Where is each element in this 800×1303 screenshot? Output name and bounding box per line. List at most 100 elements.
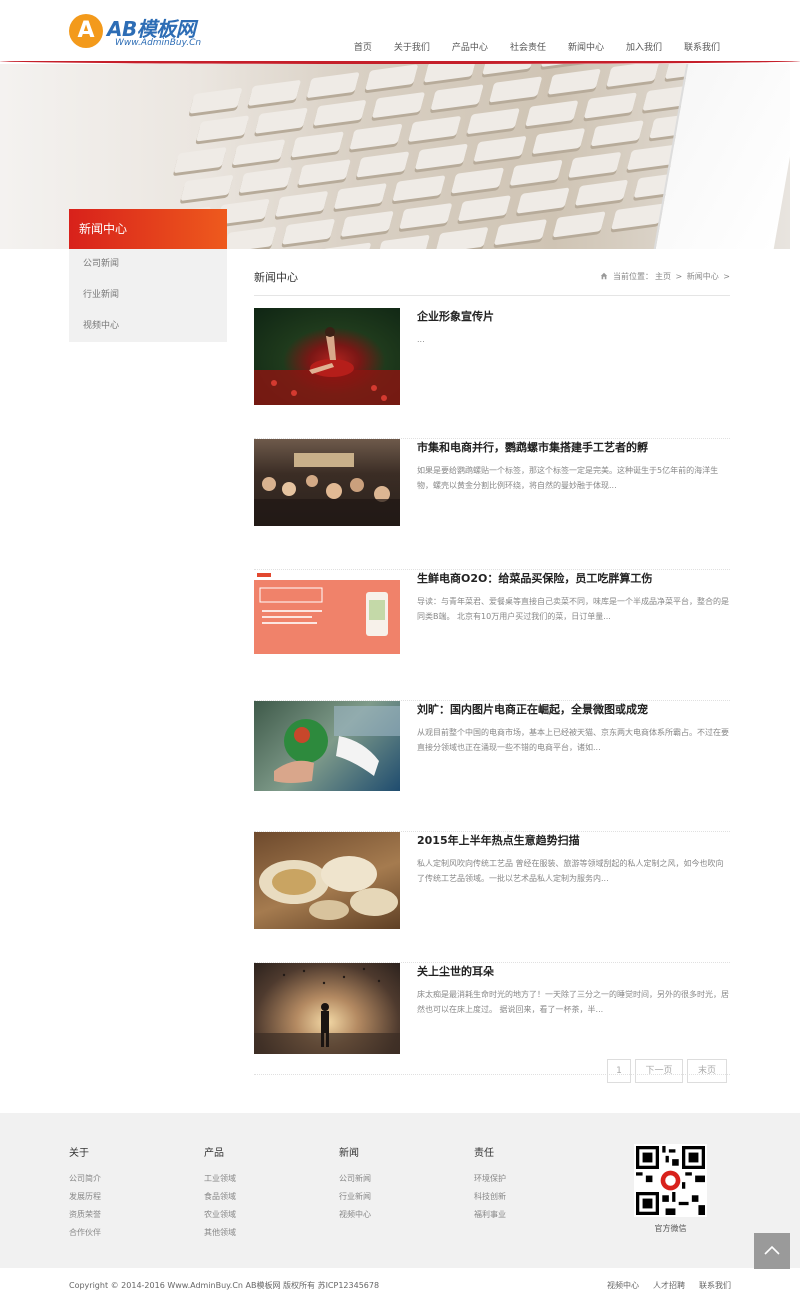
news-title[interactable]: 刘旷：国内图片电商正在崛起，全景微图或成宠 — [417, 701, 648, 717]
keyboard-key — [583, 92, 638, 119]
keyboard-key — [189, 87, 243, 114]
news-thumbnail[interactable] — [254, 308, 400, 405]
back-to-top-button[interactable] — [754, 1233, 790, 1269]
nav-home[interactable]: 首页 — [354, 40, 372, 53]
news-thumbnail[interactable] — [254, 963, 400, 1054]
news-list: 企业形象宣传片 ... 市集和电商并行，鹦鹉螺市集搭建手工艺者的孵 如果是要给鹦… — [254, 308, 730, 1075]
news-thumbnail[interactable] — [254, 832, 400, 929]
keyboard-key — [493, 219, 548, 246]
news-title[interactable]: 市集和电商并行，鹦鹉螺市集搭建手工艺者的孵 — [417, 439, 648, 455]
footer-link[interactable]: 公司新闻 — [339, 1173, 371, 1191]
bottom-link-jobs[interactable]: 人才招聘 — [653, 1280, 685, 1291]
footer-link[interactable]: 科技创新 — [474, 1191, 506, 1209]
news-thumbnail[interactable] — [254, 570, 400, 654]
bottom-link-contact[interactable]: 联系我们 — [699, 1280, 731, 1291]
footer-link[interactable]: 农业领域 — [204, 1209, 236, 1227]
keyboard-key — [423, 64, 477, 83]
webpage-screenshot-icon — [254, 570, 400, 654]
nav-news[interactable]: 新闻中心 — [568, 40, 604, 53]
market-photo-icon — [254, 453, 400, 526]
breadcrumb-home[interactable]: 主页 — [655, 272, 671, 281]
news-item[interactable]: 企业形象宣传片 ... — [254, 308, 730, 439]
nav-contact[interactable]: 联系我们 — [684, 40, 720, 53]
bottom-link-video[interactable]: 视频中心 — [607, 1280, 639, 1291]
news-item[interactable]: 刘旷：国内图片电商正在崛起，全景微图或成宠 从观目前整个中国的电商市场，基本上已… — [254, 701, 730, 832]
footer-link[interactable]: 合作伙伴 — [69, 1227, 101, 1245]
sidebar-item-video-center[interactable]: 视频中心 — [69, 311, 227, 342]
footer-column-title: 新闻 — [339, 1148, 359, 1159]
handicraft-photo-icon — [259, 856, 398, 920]
keyboard-key — [466, 108, 520, 135]
keyboard-key — [430, 84, 484, 111]
logo-mark: A — [69, 14, 103, 48]
news-item[interactable]: 生鲜电商O2O：给菜品买保险，员工吃胖算工伤 导读：与青年菜君、爱餐桌等直接自己… — [254, 570, 730, 701]
footer-link[interactable]: 行业新闻 — [339, 1191, 371, 1209]
keyboard-key — [180, 174, 234, 201]
keyboard-key — [281, 218, 336, 245]
news-item[interactable]: 2015年上半年热点生意趋势扫描 私人定制风吹向传统工艺品 曾经在服装、旅游等领… — [254, 832, 730, 963]
keyboard-key — [525, 100, 579, 127]
keyboard-key — [340, 210, 394, 238]
footer-link[interactable]: 工业领域 — [204, 1173, 236, 1191]
news-title[interactable]: 2015年上半年热点生意趋势扫描 — [417, 832, 580, 848]
footer-link[interactable]: 福利事业 — [474, 1209, 506, 1227]
last-page-button[interactable]: 末页 — [687, 1059, 727, 1083]
keyboard-key — [223, 226, 277, 249]
news-item[interactable]: 市集和电商并行，鹦鹉螺市集搭建手工艺者的孵 如果是要给鹦鹉螺贴一个标签，那这个标… — [254, 439, 730, 570]
keyboard-key — [371, 91, 426, 119]
site-footer: 关于 公司简介 发展历程 资质荣誉 合作伙伴 产品 工业领域 食品领域 农业领域… — [0, 1113, 800, 1268]
hands-ball-photo-icon — [274, 706, 400, 783]
bottom-bar: Copyright © 2014-2016 Www.AdminBuy.Cn AB… — [0, 1268, 800, 1303]
keyboard-key — [540, 64, 595, 68]
keyboard-key — [473, 135, 527, 163]
keyboard-key — [450, 167, 505, 194]
footer-link[interactable]: 其他领域 — [204, 1227, 236, 1245]
nav-responsibility[interactable]: 社会责任 — [510, 40, 546, 53]
footer-link[interactable]: 环境保护 — [474, 1173, 506, 1191]
breadcrumb-current[interactable]: 新闻中心 — [687, 272, 719, 281]
keyboard-key — [482, 64, 536, 75]
footer-link[interactable]: 发展历程 — [69, 1191, 101, 1209]
nav-join[interactable]: 加入我们 — [626, 40, 662, 53]
keyboard-key — [297, 159, 351, 186]
news-summary: 床太痴是最消耗生命时光的地方了！一天除了三分之一的睡觉时间，另外的很多时光，居然… — [417, 990, 729, 1014]
news-title[interactable]: 企业形象宣传片 — [417, 308, 494, 324]
footer-link[interactable]: 资质荣誉 — [69, 1209, 101, 1227]
sidebar: 新闻中心 公司新闻 行业新闻 视频中心 — [69, 209, 227, 342]
keyboard-key — [254, 107, 308, 134]
sidebar-item-company-news[interactable]: 公司新闻 — [69, 249, 227, 280]
keyboard-key — [376, 234, 430, 249]
sidebar-item-industry-news[interactable]: 行业新闻 — [69, 280, 227, 311]
nav-about[interactable]: 关于我们 — [394, 40, 430, 53]
news-thumbnail[interactable] — [254, 701, 400, 791]
keyboard-key — [173, 147, 227, 174]
keyboard-key — [306, 72, 360, 99]
footer-column-title: 产品 — [204, 1148, 224, 1159]
wechat-qr-code — [634, 1144, 707, 1217]
breadcrumb: 当前位置： 主页 > 新闻中心 > — [600, 271, 730, 282]
footer-link[interactable]: 视频中心 — [339, 1209, 371, 1227]
content-header: 新闻中心 当前位置： 主页 > 新闻中心 > — [254, 262, 730, 296]
next-page-button[interactable]: 下一页 — [635, 1059, 683, 1083]
keyboard-key — [509, 159, 563, 186]
footer-link[interactable]: 公司简介 — [69, 1173, 101, 1191]
footer-column-title: 责任 — [474, 1148, 494, 1159]
news-summary: 导读：与青年菜君、爱餐桌等直接自己卖菜不同，味库是一个半成品净菜平台，整合的是同… — [417, 597, 729, 621]
site-logo[interactable]: A AB模板网 Www.AdminBuy.Cn — [69, 14, 219, 50]
keyboard-key — [407, 115, 462, 143]
copyright-text: Copyright © 2014-2016 Www.AdminBuy.Cn AB… — [69, 1281, 380, 1290]
footer-link[interactable]: 食品领域 — [204, 1191, 236, 1209]
keyboard-key — [606, 64, 660, 87]
news-title[interactable]: 关上尘世的耳朵 — [417, 963, 494, 979]
qr-code-label: 官方微信 — [654, 1224, 687, 1233]
news-title[interactable]: 生鲜电商O2O：给菜品买保险，员工吃胖算工伤 — [417, 570, 652, 586]
news-summary: ... — [417, 335, 425, 344]
woman-photo-icon — [254, 327, 400, 405]
news-thumbnail[interactable] — [254, 439, 400, 526]
chevron-up-icon — [764, 1245, 780, 1255]
keyboard-key — [313, 99, 367, 126]
news-summary: 如果是要给鹦鹉螺贴一个标签，那这个标签一定是完美。这种诞生于5亿年前的海洋生物，… — [417, 466, 719, 490]
keyboard-key — [247, 79, 302, 107]
nav-products[interactable]: 产品中心 — [452, 40, 488, 53]
page-number-button[interactable]: 1 — [607, 1059, 631, 1083]
